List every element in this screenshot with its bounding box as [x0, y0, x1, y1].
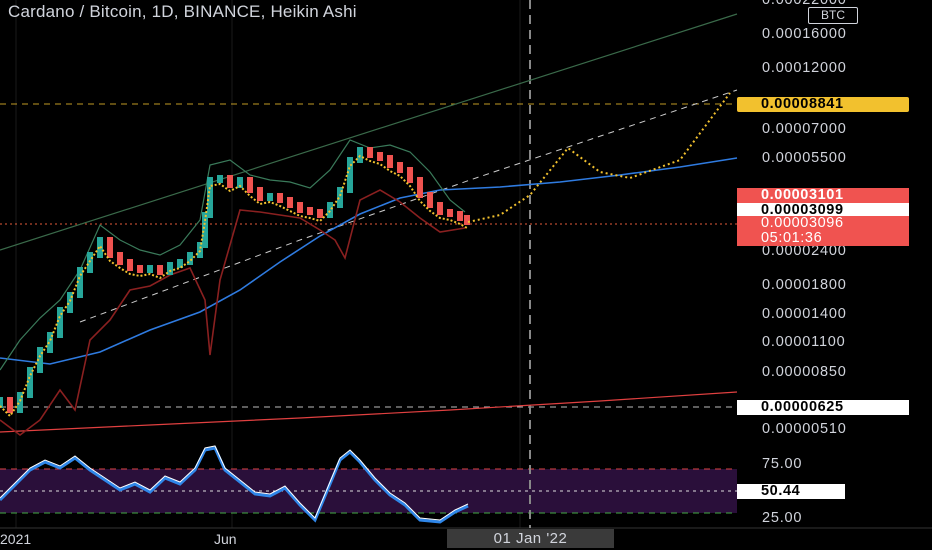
candle: [297, 202, 303, 213]
crosshair-date-tag: 01 Jan '22: [447, 529, 614, 548]
candle: [7, 397, 13, 413]
candle: [307, 207, 313, 215]
candle: [147, 265, 153, 273]
candle: [317, 209, 323, 218]
candle: [457, 211, 463, 221]
candle: [247, 177, 253, 193]
time-label-jun: Jun: [214, 531, 237, 547]
candle: [377, 152, 383, 161]
candle: [427, 192, 433, 208]
currency-unit-badge[interactable]: BTC: [808, 7, 858, 24]
projection-path: [467, 92, 731, 223]
candle: [277, 193, 283, 203]
candle: [217, 175, 223, 183]
time-label-2021: 2021: [0, 531, 32, 547]
current-price-tag: 0.00003096 05:01:36: [737, 216, 909, 246]
candle: [57, 307, 63, 338]
candle: [67, 292, 73, 313]
candle: [107, 237, 113, 258]
candle: [207, 177, 213, 218]
chart-root[interactable]: Cardano / Bitcoin, 1D, BINANCE, Heikin A…: [0, 0, 932, 550]
price-tick-label: 0.00001100: [762, 334, 846, 350]
long-trend-line: [0, 391, 738, 433]
price-tick-label: 0.00000510: [762, 421, 847, 437]
candle: [397, 162, 403, 173]
price-tick-label: 0.00000850: [762, 364, 847, 380]
candle: [407, 167, 413, 183]
candle: [127, 259, 133, 271]
candle: [447, 209, 453, 217]
candle: [117, 252, 123, 265]
rsi-tick-75: 75.00: [762, 456, 803, 472]
bar-countdown: 05:01:36: [761, 230, 823, 246]
price-tick-label: 0.00016000: [762, 26, 847, 42]
rsi-current-tag: 50.44: [737, 484, 845, 499]
price-tick-label: 0.00005500: [762, 150, 847, 166]
candle: [347, 157, 353, 193]
candle: [327, 202, 333, 218]
candle: [257, 187, 263, 201]
target-price-tag: 0.00008841: [737, 97, 909, 112]
candle: [157, 265, 163, 275]
candle: [287, 197, 293, 208]
support-price-tag: 0.00000625: [737, 400, 909, 415]
candle: [137, 265, 143, 273]
candle: [227, 175, 233, 188]
candle: [464, 215, 470, 225]
current-price-value: 0.00003096: [761, 215, 844, 231]
price-tick-label: 0.00001400: [762, 306, 847, 322]
rsi-tick-25: 25.00: [762, 510, 803, 526]
price-tick-label: 0.00012000: [762, 60, 847, 76]
trendline-dashed: [79, 89, 738, 323]
candle: [437, 202, 443, 215]
candle: [387, 155, 393, 168]
price-tick-label: 0.00001800: [762, 277, 847, 293]
candle: [267, 193, 273, 201]
price-tick-label: 0.00022000: [762, 0, 847, 8]
high-price-tag: 0.00003101: [737, 188, 909, 203]
rsi-band: [0, 469, 737, 513]
candle: [417, 177, 423, 198]
channel-upper-line: [0, 13, 738, 251]
chart-title: Cardano / Bitcoin, 1D, BINANCE, Heikin A…: [8, 2, 357, 21]
price-tick-label: 0.00007000: [762, 121, 847, 137]
candle: [367, 147, 373, 158]
